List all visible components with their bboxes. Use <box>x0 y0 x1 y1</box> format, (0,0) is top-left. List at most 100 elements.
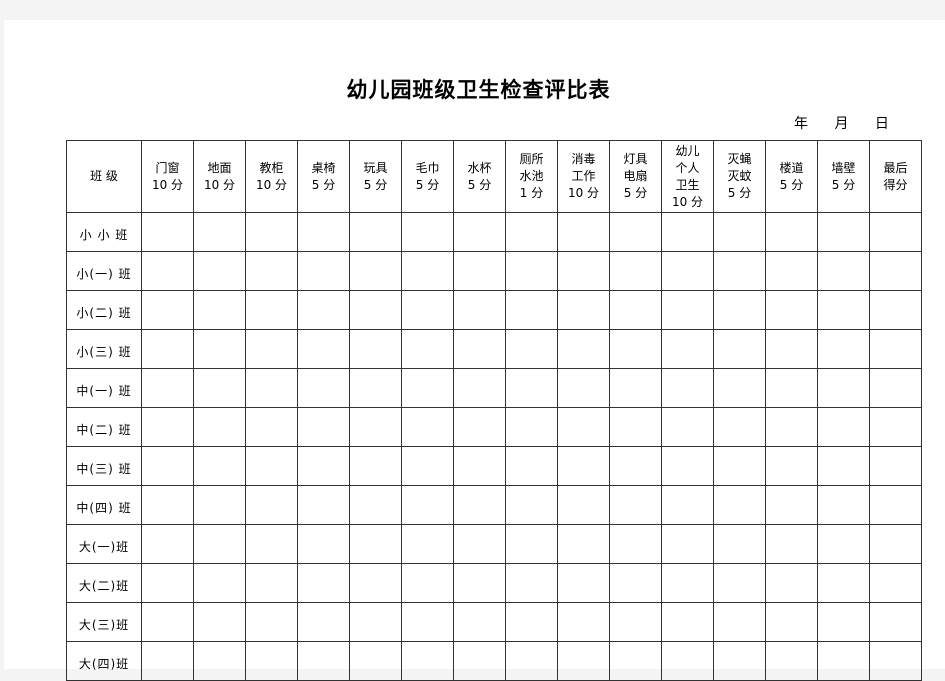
score-cell[interactable] <box>505 251 558 291</box>
score-cell[interactable] <box>557 485 610 525</box>
score-cell[interactable] <box>453 485 506 525</box>
score-cell[interactable] <box>401 368 454 408</box>
score-cell[interactable] <box>245 407 298 447</box>
score-cell[interactable] <box>453 407 506 447</box>
score-cell[interactable] <box>661 563 714 603</box>
score-cell[interactable] <box>141 563 194 603</box>
score-cell[interactable] <box>297 329 350 369</box>
score-cell[interactable] <box>401 251 454 291</box>
score-cell[interactable] <box>557 641 610 681</box>
score-cell[interactable] <box>557 368 610 408</box>
score-cell[interactable] <box>713 329 766 369</box>
score-cell[interactable] <box>505 641 558 681</box>
score-cell[interactable] <box>349 251 402 291</box>
score-cell[interactable] <box>869 368 922 408</box>
score-cell[interactable] <box>453 524 506 564</box>
score-cell[interactable] <box>245 368 298 408</box>
score-cell[interactable] <box>869 290 922 330</box>
score-cell[interactable] <box>869 563 922 603</box>
score-cell[interactable] <box>661 251 714 291</box>
score-cell[interactable] <box>349 563 402 603</box>
score-cell[interactable] <box>661 602 714 642</box>
score-cell[interactable] <box>141 641 194 681</box>
score-cell[interactable] <box>609 329 662 369</box>
score-cell[interactable] <box>505 212 558 252</box>
score-cell[interactable] <box>869 602 922 642</box>
score-cell[interactable] <box>713 368 766 408</box>
score-cell[interactable] <box>505 368 558 408</box>
score-cell[interactable] <box>297 290 350 330</box>
score-cell[interactable] <box>193 524 246 564</box>
score-cell[interactable] <box>141 524 194 564</box>
score-cell[interactable] <box>869 407 922 447</box>
score-cell[interactable] <box>401 563 454 603</box>
score-cell[interactable] <box>453 563 506 603</box>
score-cell[interactable] <box>401 407 454 447</box>
score-cell[interactable] <box>609 212 662 252</box>
score-cell[interactable] <box>557 290 610 330</box>
score-cell[interactable] <box>609 524 662 564</box>
score-cell[interactable] <box>609 290 662 330</box>
score-cell[interactable] <box>245 602 298 642</box>
score-cell[interactable] <box>401 641 454 681</box>
score-cell[interactable] <box>193 485 246 525</box>
score-cell[interactable] <box>557 602 610 642</box>
score-cell[interactable] <box>401 290 454 330</box>
score-cell[interactable] <box>661 446 714 486</box>
score-cell[interactable] <box>505 602 558 642</box>
score-cell[interactable] <box>245 212 298 252</box>
score-cell[interactable] <box>869 446 922 486</box>
score-cell[interactable] <box>349 524 402 564</box>
score-cell[interactable] <box>817 251 870 291</box>
score-cell[interactable] <box>505 407 558 447</box>
score-cell[interactable] <box>557 446 610 486</box>
score-cell[interactable] <box>557 251 610 291</box>
score-cell[interactable] <box>765 446 818 486</box>
score-cell[interactable] <box>765 602 818 642</box>
score-cell[interactable] <box>349 329 402 369</box>
score-cell[interactable] <box>349 290 402 330</box>
score-cell[interactable] <box>817 446 870 486</box>
score-cell[interactable] <box>245 485 298 525</box>
score-cell[interactable] <box>765 485 818 525</box>
score-cell[interactable] <box>609 563 662 603</box>
score-cell[interactable] <box>141 602 194 642</box>
score-cell[interactable] <box>453 329 506 369</box>
score-cell[interactable] <box>453 641 506 681</box>
score-cell[interactable] <box>193 446 246 486</box>
score-cell[interactable] <box>349 446 402 486</box>
score-cell[interactable] <box>141 329 194 369</box>
score-cell[interactable] <box>297 485 350 525</box>
score-cell[interactable] <box>713 524 766 564</box>
score-cell[interactable] <box>869 251 922 291</box>
score-cell[interactable] <box>453 602 506 642</box>
score-cell[interactable] <box>193 641 246 681</box>
score-cell[interactable] <box>661 641 714 681</box>
score-cell[interactable] <box>297 407 350 447</box>
score-cell[interactable] <box>661 407 714 447</box>
score-cell[interactable] <box>401 485 454 525</box>
score-cell[interactable] <box>505 329 558 369</box>
score-cell[interactable] <box>453 251 506 291</box>
score-cell[interactable] <box>817 602 870 642</box>
score-cell[interactable] <box>141 251 194 291</box>
score-cell[interactable] <box>245 290 298 330</box>
score-cell[interactable] <box>193 602 246 642</box>
score-cell[interactable] <box>505 446 558 486</box>
score-cell[interactable] <box>245 563 298 603</box>
score-cell[interactable] <box>661 485 714 525</box>
score-cell[interactable] <box>297 251 350 291</box>
score-cell[interactable] <box>765 524 818 564</box>
score-cell[interactable] <box>141 485 194 525</box>
score-cell[interactable] <box>869 524 922 564</box>
score-cell[interactable] <box>557 329 610 369</box>
score-cell[interactable] <box>765 641 818 681</box>
score-cell[interactable] <box>245 251 298 291</box>
score-cell[interactable] <box>141 368 194 408</box>
score-cell[interactable] <box>297 563 350 603</box>
score-cell[interactable] <box>817 524 870 564</box>
score-cell[interactable] <box>141 446 194 486</box>
score-cell[interactable] <box>401 602 454 642</box>
score-cell[interactable] <box>297 524 350 564</box>
score-cell[interactable] <box>609 485 662 525</box>
